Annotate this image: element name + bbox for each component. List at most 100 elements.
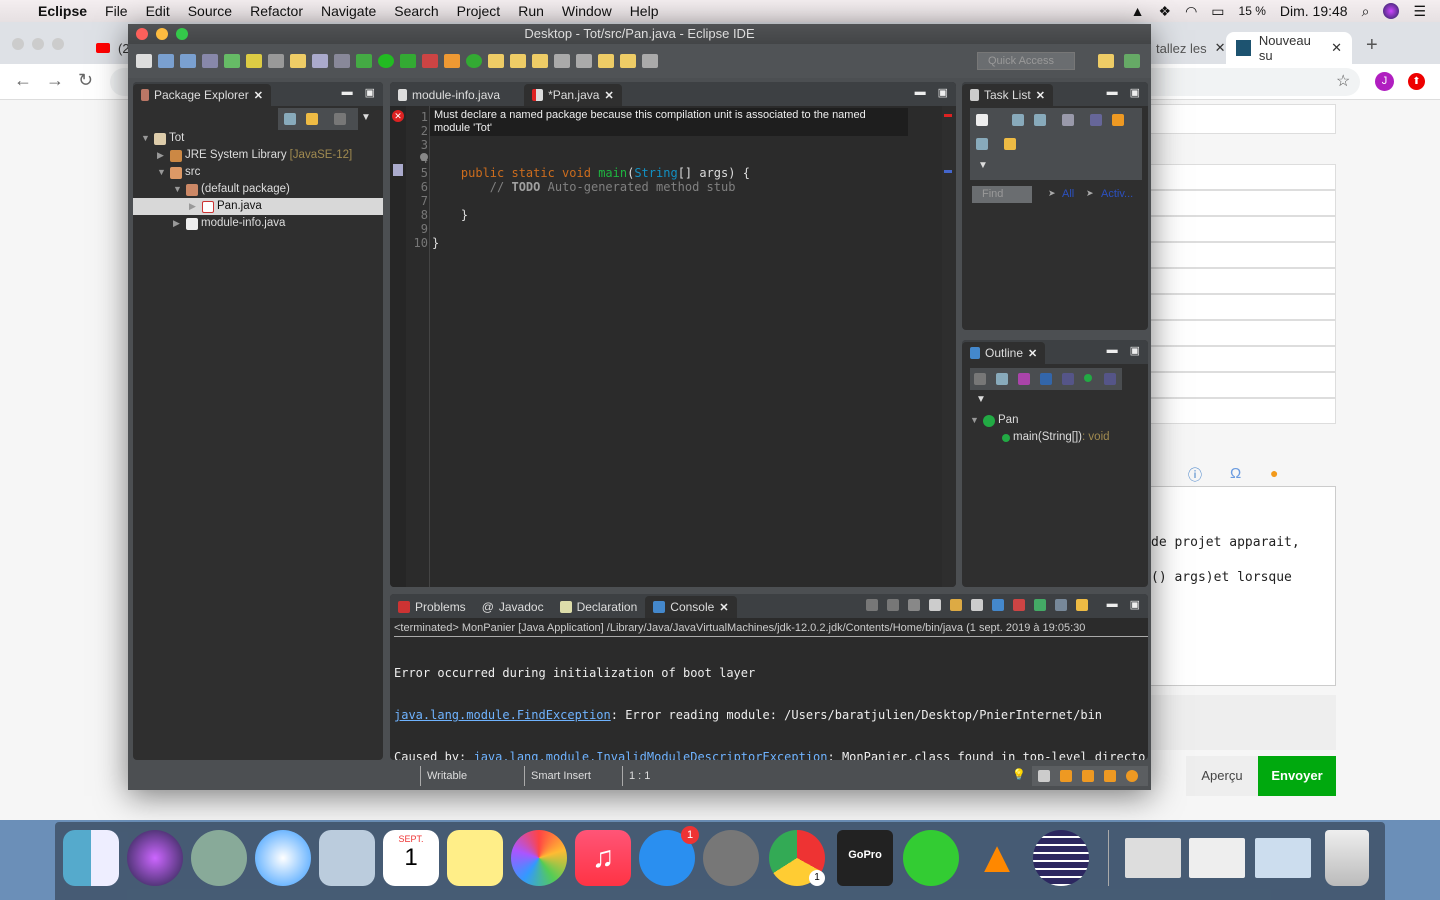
skip-breakpoints-icon[interactable] (202, 54, 218, 68)
wand-icon[interactable] (1104, 770, 1116, 782)
annotation-icon[interactable] (554, 54, 570, 68)
forward-icon[interactable]: → (46, 70, 64, 91)
find-input[interactable]: Find (972, 186, 1032, 203)
overview-ruler[interactable] (942, 106, 956, 587)
close-icon[interactable]: ✕ (1036, 89, 1045, 102)
vlc-tray-icon[interactable]: ▲ (1131, 3, 1145, 19)
notification-center-icon[interactable]: ☰ (1413, 3, 1426, 20)
send-button[interactable]: Envoyer (1258, 756, 1336, 796)
mail-icon[interactable] (319, 830, 375, 886)
save-all-icon[interactable] (180, 54, 196, 68)
forward-icon[interactable] (642, 54, 658, 68)
app-store-icon[interactable]: 1 (639, 826, 699, 886)
menu-project[interactable]: Project (448, 3, 510, 19)
focus-icon[interactable] (974, 373, 986, 385)
profile-avatar[interactable]: J (1375, 72, 1394, 91)
preview-button[interactable]: Aperçu (1186, 756, 1258, 796)
close-icon[interactable]: ✕ (604, 89, 613, 102)
clear-console-icon[interactable] (929, 599, 941, 611)
show-stderr-icon[interactable] (1013, 599, 1025, 611)
tab-task-list[interactable]: Task List ✕ (962, 84, 1053, 106)
minimize-icon[interactable]: ▬ (342, 86, 353, 99)
tab-outline[interactable]: Outline ✕ (962, 342, 1046, 364)
hide-fields-icon[interactable] (1040, 373, 1052, 385)
menu-app[interactable]: Eclipse (29, 3, 96, 19)
form-field[interactable] (1150, 164, 1336, 190)
close-button[interactable] (12, 38, 24, 50)
form-field[interactable] (1150, 320, 1336, 346)
save-icon[interactable] (158, 54, 174, 68)
minimize-button[interactable] (156, 28, 168, 40)
maximize-icon[interactable]: ▣ (938, 86, 948, 99)
utorrent-icon[interactable] (903, 830, 959, 886)
error-marker-icon[interactable]: ✕ (392, 110, 404, 122)
expanded-icon[interactable]: ▼ (157, 164, 167, 181)
new-package-icon[interactable] (444, 54, 460, 68)
back-icon[interactable]: ← (14, 70, 32, 91)
whitespace-icon[interactable] (334, 54, 350, 68)
exception-link[interactable]: java.lang.module.FindException (394, 708, 611, 722)
form-field[interactable] (1150, 346, 1336, 372)
task-overview-mark[interactable] (944, 170, 952, 173)
minimize-icon[interactable]: ▬ (1107, 598, 1118, 611)
tab-declaration[interactable]: Declaration (552, 596, 646, 618)
word-wrap-icon[interactable] (971, 599, 983, 611)
minimize-icon[interactable]: ▬ (915, 86, 926, 99)
pin-console-icon[interactable] (1034, 599, 1046, 611)
terminate-icon[interactable] (866, 599, 878, 611)
tree-item-jre[interactable]: ▶ JRE System Library [JavaSE-12] (141, 147, 383, 164)
menu-navigate[interactable]: Navigate (312, 3, 385, 19)
expanded-icon[interactable]: ▼ (970, 412, 980, 429)
outline-item-method[interactable]: main(String[]) : void (970, 429, 1110, 446)
tab-console[interactable]: Console ✕ (645, 596, 737, 618)
console-output[interactable]: Error occurred during initialization of … (394, 638, 1148, 760)
collapse-all-icon[interactable] (284, 113, 296, 125)
task-marker-icon[interactable] (393, 164, 403, 176)
menu-file[interactable]: File (96, 3, 137, 19)
zoom-button[interactable] (52, 38, 64, 50)
open-task-icon[interactable] (510, 54, 526, 68)
collapsed-icon[interactable]: ▶ (173, 215, 183, 232)
form-field[interactable] (1150, 104, 1336, 134)
maximize-icon[interactable]: ▣ (365, 86, 375, 99)
form-field[interactable] (1150, 398, 1336, 424)
tab-package-explorer[interactable]: Package Explorer ✕ (133, 84, 271, 106)
minimized-view-icon[interactable] (1038, 770, 1050, 782)
eclipse-icon[interactable] (1033, 830, 1089, 886)
focus-icon[interactable] (334, 113, 346, 125)
java-perspective-icon[interactable] (1124, 54, 1140, 68)
gopro-icon[interactable]: GoPro (837, 830, 893, 886)
recent-window-thumbnail[interactable] (1189, 838, 1245, 878)
tree-item-src[interactable]: ▼ src (141, 164, 383, 181)
minimize-icon[interactable]: ▬ (1107, 344, 1118, 357)
omega-icon[interactable]: Ω (1230, 465, 1241, 482)
new-class-icon[interactable] (466, 54, 482, 68)
notes-icon[interactable] (447, 830, 503, 886)
open-type-icon[interactable] (488, 54, 504, 68)
system-preferences-icon[interactable] (703, 830, 759, 886)
battery-percent[interactable]: 15 % (1239, 4, 1266, 18)
extension-upload-icon[interactable]: ⬆ (1408, 73, 1425, 90)
form-field[interactable] (1150, 242, 1336, 268)
hide-local-types-icon[interactable] (1104, 373, 1116, 385)
dropbox-icon[interactable]: ❖ (1159, 3, 1172, 20)
menu-help[interactable]: Help (621, 3, 668, 19)
tab-problems[interactable]: Problems (390, 596, 474, 618)
fold-icon[interactable] (420, 153, 428, 161)
tutorial-icon[interactable] (1082, 770, 1094, 782)
back-icon[interactable] (620, 54, 636, 68)
display-console-icon[interactable] (1055, 599, 1067, 611)
view-menu-icon[interactable]: ▼ (361, 112, 371, 123)
zoom-button[interactable] (176, 28, 188, 40)
tab-module-info[interactable]: module-info.java (390, 84, 508, 106)
highlight-icon[interactable] (246, 54, 262, 68)
minimize-button[interactable] (32, 38, 44, 50)
chrome-tab-installez[interactable]: tallez les ✕ (1146, 32, 1235, 64)
form-field[interactable] (1150, 268, 1336, 294)
minimize-icon[interactable]: ▬ (1107, 86, 1118, 99)
run-icon[interactable] (378, 54, 394, 68)
chrome-icon[interactable]: 1 (769, 830, 825, 886)
finder-icon[interactable] (63, 830, 119, 886)
new-task-icon[interactable] (976, 114, 988, 126)
view-menu-icon[interactable]: ▼ (978, 160, 988, 171)
